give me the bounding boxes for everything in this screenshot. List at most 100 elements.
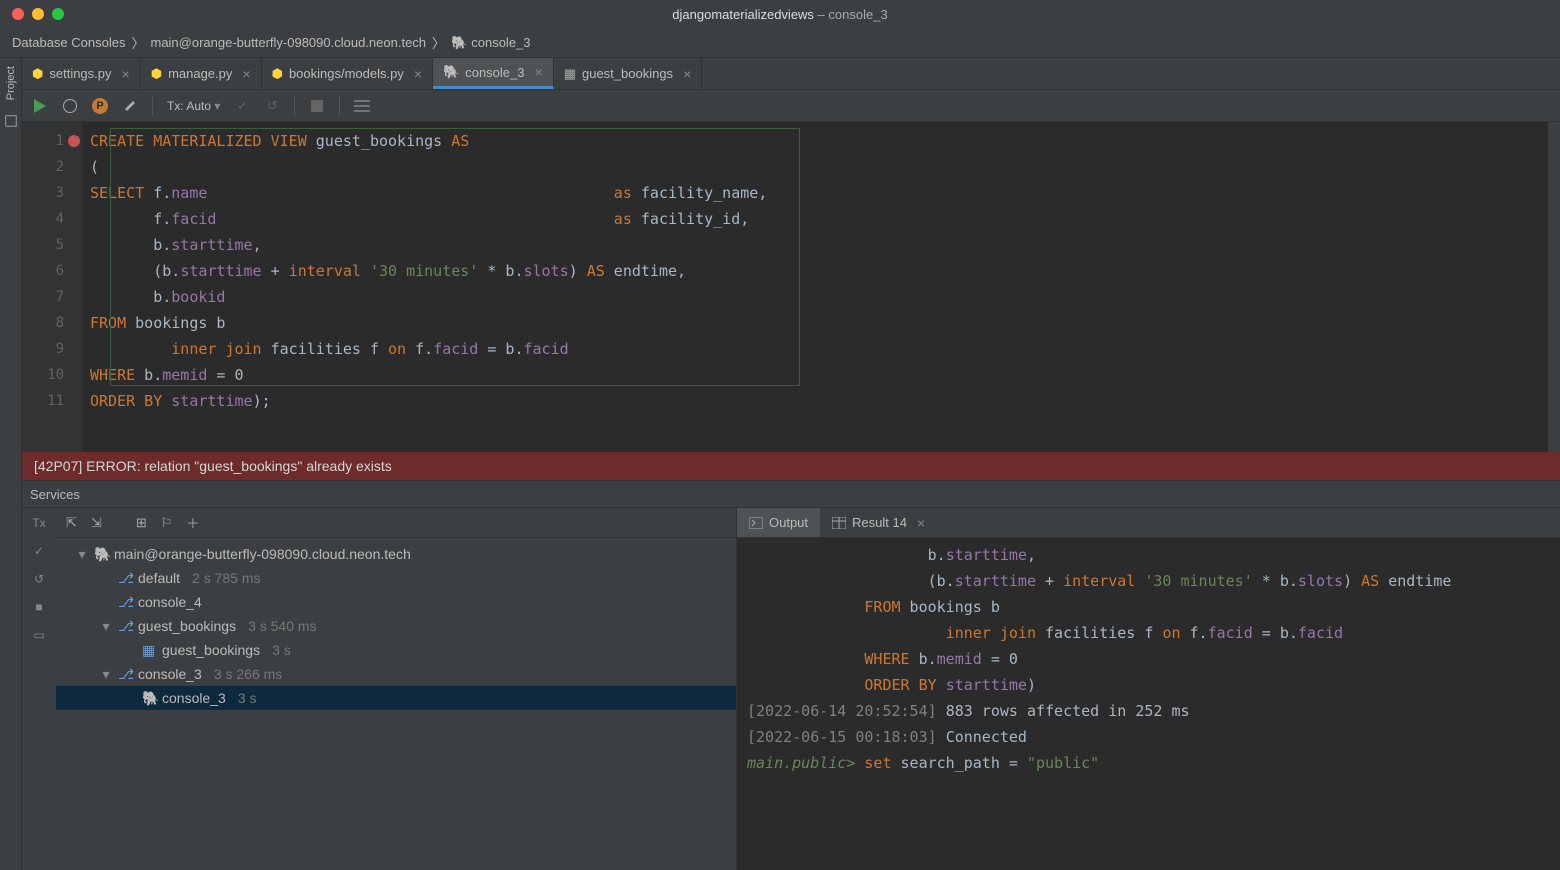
tree-row[interactable]: ⎇console_4: [56, 590, 736, 614]
line-number[interactable]: 2: [22, 154, 82, 180]
line-number[interactable]: 11: [22, 388, 82, 414]
code-line: (b.starttime + interval '30 minutes' * b…: [747, 568, 1550, 594]
result-tab[interactable]: Result 14 ×: [820, 508, 937, 537]
editor-tab[interactable]: 🐘console_3×: [433, 58, 554, 89]
python-icon: ⬢: [32, 66, 43, 82]
result-tab-label: Result 14: [852, 515, 907, 530]
tree-row[interactable]: ▦guest_bookings3 s: [56, 638, 736, 662]
line-number[interactable]: 9: [22, 336, 82, 362]
editor-code-area[interactable]: CREATE MATERIALIZED VIEW guest_bookings …: [82, 122, 1560, 452]
editor-tab[interactable]: ⬢bookings/models.py×: [262, 58, 433, 89]
tree-row[interactable]: ▾⎇guest_bookings3 s 540 ms: [56, 614, 736, 638]
tree-node-icon: ⎇: [118, 666, 132, 683]
breadcrumb-item[interactable]: Database Consoles: [12, 35, 125, 50]
close-icon[interactable]: ×: [414, 66, 422, 82]
titlebar: djangomaterializedviews – console_3: [0, 0, 1560, 28]
structure-icon[interactable]: [4, 114, 18, 128]
rollback-button[interactable]: ↺: [264, 98, 280, 114]
services-panel: Tx ✓ ↺ ■ ▭ ⇱ ⇲ ⊞ ⚐ ＋ ▾🐘main@orange-butte…: [22, 508, 1560, 870]
services-tree[interactable]: ▾🐘main@orange-butterfly-098090.cloud.neo…: [56, 538, 736, 870]
code-line: WHERE b.memid = 0: [747, 646, 1550, 672]
close-icon[interactable]: ×: [122, 66, 130, 82]
line-number[interactable]: 5: [22, 232, 82, 258]
services-panel-header[interactable]: Services: [22, 480, 1560, 508]
services-tree-toolbar: ⇱ ⇲ ⊞ ⚐ ＋: [56, 508, 736, 538]
execute-button[interactable]: [32, 98, 48, 114]
breadcrumb-item[interactable]: console_3: [471, 35, 530, 50]
line-number[interactable]: 6: [22, 258, 82, 284]
tree-node-icon: ▦: [142, 642, 156, 659]
code-line: CREATE MATERIALIZED VIEW guest_bookings …: [90, 128, 1560, 154]
stop-icon[interactable]: ■: [35, 600, 42, 614]
tree-row[interactable]: ⎇default2 s 785 ms: [56, 566, 736, 590]
output-tab-label: Output: [769, 515, 808, 530]
commit-button[interactable]: ✓: [234, 98, 250, 114]
editor-tab[interactable]: ▦guest_bookings×: [554, 58, 703, 89]
breadcrumb: Database Consoles 〉 main@orange-butterfl…: [0, 28, 1560, 58]
sql-editor[interactable]: 1234567891011 CREATE MATERIALIZED VIEW g…: [22, 122, 1560, 452]
code-line: ORDER BY starttime);: [90, 388, 1560, 414]
tree-node-time: 3 s: [238, 690, 257, 706]
editor-tab[interactable]: ⬢manage.py×: [141, 58, 262, 89]
breadcrumb-sep-icon: 〉: [131, 33, 144, 52]
collapse-all-icon[interactable]: ⇲: [91, 515, 102, 531]
code-line: WHERE b.memid = 0: [90, 362, 1560, 388]
services-side-toolbar: Tx ✓ ↺ ■ ▭: [22, 508, 56, 870]
tab-label: console_3: [465, 65, 524, 80]
tab-label: settings.py: [49, 66, 111, 81]
code-line: (: [90, 154, 1560, 180]
main-area: ⬢settings.py×⬢manage.py×⬢bookings/models…: [22, 58, 1560, 870]
line-number[interactable]: 10: [22, 362, 82, 388]
tx-mode-dropdown[interactable]: Tx: Auto: [167, 99, 220, 113]
code-line: SELECT f.name as facility_name,: [90, 180, 1560, 206]
grid-icon[interactable]: ⊞: [136, 515, 147, 531]
output-tab[interactable]: Output: [737, 508, 820, 537]
add-icon[interactable]: ＋: [186, 513, 199, 532]
close-icon[interactable]: ×: [535, 64, 543, 80]
line-number[interactable]: 3: [22, 180, 82, 206]
line-number[interactable]: 4: [22, 206, 82, 232]
check-icon[interactable]: ✓: [34, 544, 44, 558]
editor-tabs: ⬢settings.py×⬢manage.py×⬢bookings/models…: [22, 58, 1560, 90]
chevron-icon[interactable]: ▾: [100, 618, 112, 635]
execution-history-icon[interactable]: [62, 98, 78, 114]
settings-icon[interactable]: [122, 98, 138, 114]
traffic-lights: [0, 8, 64, 20]
explain-plan-button[interactable]: P: [92, 98, 108, 114]
close-icon[interactable]: ×: [917, 515, 925, 531]
expand-all-icon[interactable]: ⇱: [66, 515, 77, 531]
tree-row[interactable]: ▾🐘main@orange-butterfly-098090.cloud.neo…: [56, 542, 736, 566]
toolbar-separator: [152, 96, 153, 116]
editor-scrollbar[interactable]: [1548, 122, 1560, 452]
cancel-query-button[interactable]: [309, 98, 325, 114]
layout-icon[interactable]: ▭: [33, 628, 44, 642]
close-icon[interactable]: ×: [242, 66, 250, 82]
tree-node-label: console_4: [138, 594, 202, 610]
tree-node-time: 3 s: [272, 642, 291, 658]
tx-indicator-icon[interactable]: Tx: [32, 516, 45, 530]
code-line: b.starttime,: [747, 542, 1550, 568]
code-line: inner join facilities f on f.facid = b.f…: [90, 336, 1560, 362]
undo-icon[interactable]: ↺: [34, 572, 44, 586]
tree-node-icon: ⎇: [118, 618, 132, 635]
output-console[interactable]: b.starttime, (b.starttime + interval '30…: [737, 538, 1560, 870]
python-icon: ⬢: [151, 66, 162, 82]
left-tool-strip: Project: [0, 58, 22, 870]
chevron-icon[interactable]: ▾: [76, 546, 88, 563]
editor-tab[interactable]: ⬢ settings.py ×: [22, 58, 141, 89]
line-number[interactable]: 7: [22, 284, 82, 310]
line-number[interactable]: 8: [22, 310, 82, 336]
close-icon[interactable]: ×: [683, 66, 691, 82]
chevron-icon[interactable]: ▾: [100, 666, 112, 683]
filter-icon[interactable]: ⚐: [161, 515, 173, 531]
breadcrumb-item[interactable]: main@orange-butterfly-098090.cloud.neon.…: [150, 35, 426, 50]
tree-row[interactable]: 🐘console_33 s: [56, 686, 736, 710]
maximize-window-button[interactable]: [52, 8, 64, 20]
tree-row[interactable]: ▾⎇console_33 s 266 ms: [56, 662, 736, 686]
minimize-window-button[interactable]: [32, 8, 44, 20]
close-window-button[interactable]: [12, 8, 24, 20]
code-line: FROM bookings b: [747, 594, 1550, 620]
project-tool-button[interactable]: Project: [5, 66, 17, 100]
line-number[interactable]: 1: [22, 128, 82, 154]
view-options-icon[interactable]: [354, 98, 370, 114]
